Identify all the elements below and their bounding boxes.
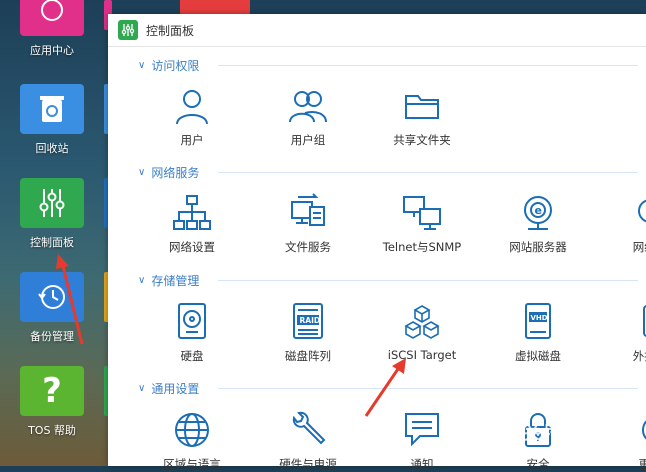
desktop-sidebar: 应用中心 回收站 控制面板 备份管理 ? TOS 帮助	[0, 0, 110, 466]
item-shared-folders[interactable]: 共享文件夹	[372, 86, 472, 148]
network-icon	[172, 193, 212, 233]
chevron-down-icon: ∨	[138, 275, 146, 286]
red-arrow-annotation	[56, 254, 84, 345]
item-label: 磁盘阵列	[285, 349, 331, 363]
partial-music-tile	[180, 0, 250, 14]
section-title: 访问权限	[151, 59, 200, 73]
external-storage-icon	[630, 302, 646, 342]
wrench-icon	[288, 410, 328, 450]
iscsi-cubes-icon	[402, 302, 442, 342]
item-region-language[interactable]: 区域与语言	[142, 410, 242, 472]
item-disk[interactable]: 硬盘	[142, 302, 242, 364]
recycle-bin-label: 回收站	[35, 142, 69, 155]
control-panel-app[interactable]: 控制面板	[20, 178, 84, 250]
item-label: 通知	[410, 457, 434, 471]
window-titlebar[interactable]: 控制面板	[108, 14, 646, 47]
app-center-icon	[20, 0, 84, 36]
web-server-icon: e	[518, 193, 558, 233]
item-label: 网站服务器	[509, 240, 567, 254]
section-title: 通用设置	[151, 382, 200, 396]
item-raid[interactable]: RAID 磁盘阵列	[258, 302, 358, 364]
item-network-settings[interactable]: 网络设置	[142, 193, 242, 255]
recycle-bin-icon	[20, 84, 84, 134]
folder-icon	[402, 86, 442, 126]
item-label: 区域与语言	[163, 457, 221, 471]
vhd-text: VHD	[531, 314, 548, 322]
item-network-partial[interactable]: 网络扌	[600, 193, 646, 255]
chevron-down-icon: ∨	[138, 383, 146, 394]
app-center[interactable]: 应用中心	[20, 0, 84, 58]
item-virtual-disk[interactable]: VHD 虚拟磁盘	[488, 302, 588, 364]
globe-icon	[172, 410, 212, 450]
item-user-groups[interactable]: 用户组	[258, 86, 358, 148]
help-icon: ?	[20, 366, 84, 416]
item-telnet-snmp[interactable]: Telnet与SNMP	[372, 193, 472, 255]
item-label: 共享文件夹	[393, 133, 451, 147]
item-web-server[interactable]: e 网站服务器	[488, 193, 588, 255]
section-title: 网络服务	[151, 166, 200, 180]
section-storage[interactable]: ∨ 存储管理	[138, 272, 638, 289]
item-label: 硬盘	[180, 349, 204, 363]
item-hardware-power[interactable]: 硬件与电源	[258, 410, 358, 472]
watermark: 中关村在线论坛	[506, 424, 632, 444]
item-external-partial[interactable]: 外接存	[600, 302, 646, 364]
item-label: 用户组	[290, 133, 326, 147]
raid-text: RAID	[300, 316, 321, 325]
svg-text:e: e	[535, 204, 542, 217]
file-service-icon	[288, 193, 328, 233]
tos-help-label: TOS 帮助	[28, 424, 76, 437]
hard-disk-icon	[172, 302, 212, 342]
item-label: 文件服务	[285, 240, 331, 254]
user-icon	[172, 86, 212, 126]
control-panel-icon	[20, 178, 84, 228]
section-divider	[218, 65, 638, 66]
window-title: 控制面板	[146, 23, 195, 38]
section-access[interactable]: ∨ 访问权限	[138, 57, 638, 74]
update-icon	[630, 410, 646, 450]
raid-icon: RAID	[288, 302, 328, 342]
item-label: 网络扌	[632, 240, 646, 254]
tos-help[interactable]: ? TOS 帮助	[20, 366, 84, 438]
item-label: 硬件与电源	[279, 457, 337, 471]
control-panel-title-icon	[118, 20, 138, 40]
chevron-down-icon: ∨	[138, 60, 146, 71]
item-iscsi-target[interactable]: iSCSI Target	[372, 302, 472, 362]
item-label: Telnet与SNMP	[382, 240, 462, 254]
item-users[interactable]: 用户	[142, 86, 242, 148]
section-divider	[218, 280, 638, 281]
section-general[interactable]: ∨ 通用设置	[138, 380, 638, 397]
vhd-icon: VHD	[518, 302, 558, 342]
item-label: 用户	[180, 133, 204, 147]
item-label: 网络设置	[169, 240, 215, 254]
section-divider	[218, 388, 638, 389]
recycle-bin[interactable]: 回收站	[20, 84, 84, 156]
section-network[interactable]: ∨ 网络服务	[138, 164, 638, 181]
section-title: 存储管理	[151, 274, 200, 288]
red-arrow-annotation	[364, 358, 406, 417]
network-partial-icon	[630, 193, 646, 233]
section-divider	[218, 172, 638, 173]
control-panel-label: 控制面板	[30, 236, 74, 249]
item-label: 外接存	[632, 349, 646, 363]
item-file-services[interactable]: 文件服务	[258, 193, 358, 255]
item-label: 虚拟磁盘	[515, 349, 561, 363]
app-center-label: 应用中心	[30, 44, 74, 57]
chevron-down-icon: ∨	[138, 167, 146, 178]
watermark-url: bbs.zol.com.cn	[547, 447, 630, 460]
user-group-icon	[288, 86, 328, 126]
monitors-icon	[402, 193, 442, 233]
